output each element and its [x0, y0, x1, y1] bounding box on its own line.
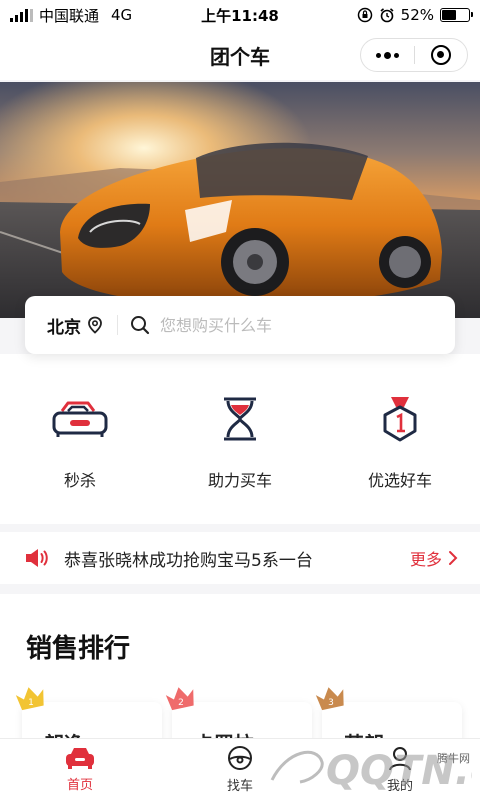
feature-flash-sale[interactable]: 秒杀	[0, 393, 160, 491]
more-button[interactable]	[361, 39, 414, 71]
crown-gold-icon: 1	[15, 687, 44, 711]
tab-home[interactable]: 首页	[0, 739, 160, 800]
alarm-icon	[380, 8, 394, 23]
feature-selected-cars[interactable]: 优选好车	[320, 393, 480, 491]
rank-number: 3	[328, 698, 334, 708]
speaker-icon	[26, 549, 48, 567]
notice-bar[interactable]: 恭喜张晓林成功抢购宝马5系一台 更多	[0, 532, 480, 584]
hourglass-icon	[208, 393, 272, 445]
notice-text: 恭喜张晓林成功抢购宝马5系一台	[64, 550, 313, 571]
chevron-right-icon	[449, 551, 458, 565]
rank-number: 2	[178, 698, 184, 708]
crown-red-icon: 2	[165, 687, 194, 711]
feature-label: 优选好车	[367, 471, 432, 490]
location-pin-icon	[88, 316, 102, 334]
watermark-logo: QQTN.com	[262, 740, 472, 796]
nav-bar: 团个车	[0, 30, 480, 80]
steering-wheel-icon	[228, 746, 252, 770]
close-miniprogram-button[interactable]	[415, 39, 468, 71]
feature-label: 秒杀	[63, 471, 96, 490]
city-name: 北京	[47, 317, 81, 338]
car-icon	[48, 393, 112, 445]
watermark-text: QQTN.com	[326, 748, 472, 794]
feature-label: 助力买车	[207, 471, 272, 490]
crown-bronze-icon: 3	[315, 687, 344, 711]
more-label: 更多	[409, 550, 442, 569]
rotation-lock-icon	[357, 7, 372, 23]
miniprogram-capsule	[360, 38, 468, 72]
battery-percent: 52%	[400, 6, 434, 24]
sales-ranking-section: 销售排行 朗逸 卡罗拉 英朗 1 2 3	[0, 594, 480, 762]
more-link[interactable]: 更多	[410, 546, 458, 570]
target-icon	[430, 45, 451, 65]
search-input[interactable]	[160, 315, 455, 335]
status-bar: 中国联通 4G 上午11:48 52%	[0, 0, 480, 30]
feature-grid: 秒杀 助力买车 优选好车	[0, 393, 480, 491]
tab-label: 找车	[226, 779, 253, 794]
feature-assisted-purchase[interactable]: 助力买车	[160, 393, 320, 491]
city-selector[interactable]: 北京	[25, 313, 103, 338]
search-card: 北京	[25, 296, 455, 354]
page-title: 团个车	[210, 44, 270, 69]
tab-label: 首页	[66, 778, 93, 793]
more-dots-icon	[375, 51, 399, 59]
medal-icon	[368, 393, 432, 445]
home-car-icon	[66, 748, 94, 769]
search-icon	[131, 316, 150, 335]
hero-banner[interactable]	[0, 82, 480, 318]
hero-car-image	[0, 82, 480, 318]
status-right: 52%	[357, 6, 473, 24]
rank-number: 1	[28, 698, 34, 708]
section-title: 销售排行	[26, 634, 131, 664]
battery-icon	[440, 8, 473, 22]
